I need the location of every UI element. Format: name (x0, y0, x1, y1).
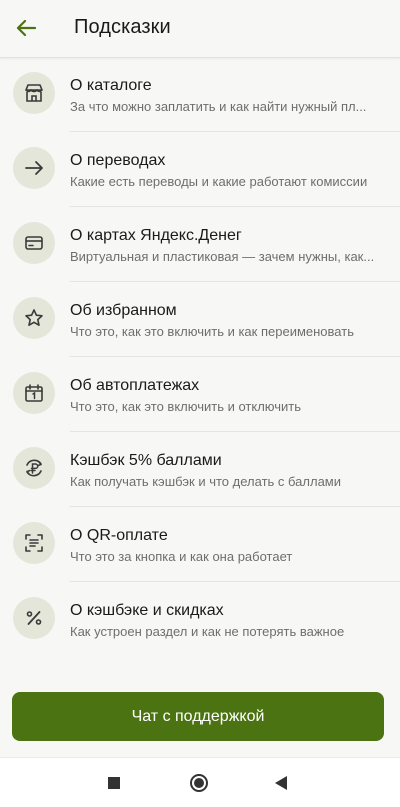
triangle-back-icon[interactable] (274, 775, 288, 791)
item-title: Об избранном (70, 302, 177, 319)
hint-item-favorites[interactable]: Об избранном Что это, как это включить и… (0, 282, 400, 357)
hint-item-cards[interactable]: О картах Яндекс.Денег Виртуальная и плас… (0, 207, 400, 282)
icon-badge (13, 372, 55, 414)
icon-badge (13, 597, 55, 639)
item-title: О кэшбэке и скидках (70, 602, 224, 619)
support-chat-button[interactable]: Чат с поддержкой (12, 692, 384, 741)
percent-icon (26, 611, 42, 625)
item-subtitle: Виртуальная и пластиковая — зачем нужны,… (70, 249, 375, 264)
item-subtitle: Что это, как это включить и как переимен… (70, 324, 354, 339)
item-title: Кэшбэк 5% баллами (70, 452, 222, 469)
icon-badge (13, 222, 55, 264)
icon-badge (13, 447, 55, 489)
hint-item-catalog[interactable]: О каталоге За что можно заплатить и как … (0, 57, 400, 132)
item-subtitle: Как получать кэшбэк и что делать с балла… (70, 474, 341, 489)
ruble-cashback-icon (26, 459, 42, 477)
calendar-icon (25, 384, 43, 402)
page: Подсказки О каталоге За что можно заплат… (0, 0, 400, 807)
star-icon (25, 309, 43, 326)
back-button[interactable] (8, 10, 44, 46)
hint-item-qr-payment[interactable]: О QR-оплате Что это за кнопка и как она … (0, 507, 400, 582)
arrow-right-icon (25, 161, 43, 175)
page-title: Подсказки (74, 16, 171, 38)
item-subtitle: Как устроен раздел и как не потерять важ… (70, 624, 345, 639)
app-header: Подсказки (0, 0, 400, 58)
item-subtitle: Что это, как это включить и отключить (70, 399, 302, 414)
item-title: Об автоплатежах (70, 377, 200, 394)
icon-badge (13, 522, 55, 564)
item-subtitle: Что это за кнопка и как она работает (70, 549, 293, 564)
item-subtitle: За что можно заплатить и как найти нужны… (70, 99, 367, 114)
qr-scan-icon (25, 534, 43, 552)
hint-item-transfers[interactable]: О переводах Какие есть переводы и какие … (0, 132, 400, 207)
arrow-left-icon (16, 19, 36, 37)
item-subtitle: Какие есть переводы и какие работают ком… (70, 174, 368, 189)
icon-badge (13, 147, 55, 189)
storefront-icon (25, 84, 43, 102)
item-title: О каталоге (70, 77, 152, 94)
hint-item-cashback-points[interactable]: Кэшбэк 5% баллами Как получать кэшбэк и … (0, 432, 400, 507)
card-icon (25, 236, 43, 250)
hint-item-autopayments[interactable]: Об автоплатежах Что это, как это включит… (0, 357, 400, 432)
item-title: О QR-оплате (70, 527, 168, 544)
icon-badge (13, 72, 55, 114)
circle-icon[interactable] (189, 773, 209, 793)
square-icon[interactable] (108, 777, 120, 789)
icon-badge (13, 297, 55, 339)
item-title: О переводах (70, 152, 166, 169)
hints-list: О каталоге За что можно заплатить и как … (0, 57, 400, 657)
system-nav-bar (0, 757, 400, 807)
item-title: О картах Яндекс.Денег (70, 227, 242, 244)
hint-item-cashback-discounts[interactable]: О кэшбэке и скидках Как устроен раздел и… (0, 582, 400, 657)
